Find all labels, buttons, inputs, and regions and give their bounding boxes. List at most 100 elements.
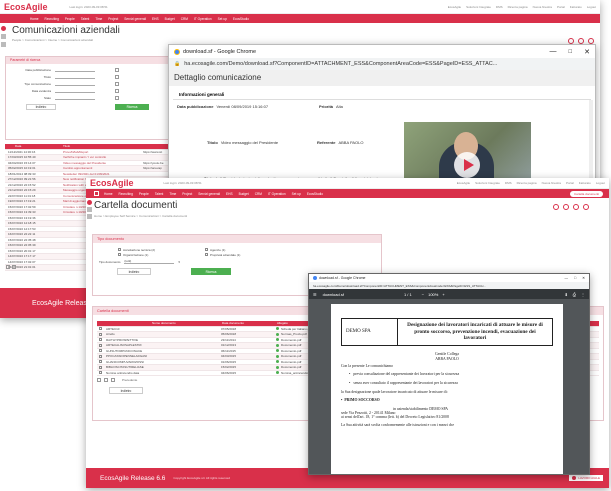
front-logo[interactable]: EcosAgile	[90, 178, 134, 188]
checkbox[interactable]	[205, 253, 209, 256]
nav-item[interactable]: EcosStudio	[233, 17, 249, 21]
people-icon[interactable]	[1, 26, 6, 31]
nav-item[interactable]: Time	[169, 192, 176, 196]
row-checkbox[interactable]	[99, 371, 102, 375]
nav-item[interactable]: Home	[30, 17, 39, 21]
back-logo[interactable]: EcosAgile	[4, 2, 48, 12]
filter-input[interactable]	[55, 68, 95, 72]
front-top-link[interactable]: Nuova finestra	[542, 181, 561, 185]
nav-item[interactable]: CRM	[181, 17, 188, 21]
zoom-in-icon[interactable]: +	[442, 292, 444, 297]
nav-item[interactable]: Project	[108, 17, 118, 21]
nav-item[interactable]: Set up	[218, 17, 227, 21]
back-top-link[interactable]: Portal	[557, 5, 565, 9]
checkbox-row[interactable]: Accettazione tecnica (2)	[118, 247, 155, 252]
file-icon[interactable]	[276, 343, 279, 347]
nav-item[interactable]: EHS	[226, 192, 233, 196]
back-col-data[interactable]: Data	[5, 144, 63, 148]
file-icon[interactable]	[276, 338, 279, 342]
calendar-icon[interactable]	[115, 67, 119, 72]
pdf-url[interactable]: ha.ecosagile.com/Demo/download.sf?Compon…	[313, 284, 486, 288]
pdf-page-info[interactable]: 1 / 1	[404, 292, 412, 297]
nav-item[interactable]: Home	[104, 192, 113, 196]
nav-item[interactable]: EHS	[152, 17, 159, 21]
nav-item[interactable]: Recruiting	[119, 192, 133, 196]
front-list-back-button[interactable]: Indietro	[109, 387, 143, 394]
pdf-icon[interactable]	[111, 378, 115, 382]
menu-icon[interactable]	[87, 207, 92, 212]
play-icon[interactable]	[454, 152, 480, 178]
maximize-icon[interactable]: □	[569, 49, 573, 55]
row-checkbox[interactable]	[99, 354, 102, 358]
star-icon[interactable]	[1, 42, 6, 47]
front-top-link[interactable]: Soluzioni Integrate	[475, 181, 500, 185]
maximize-icon[interactable]: □	[574, 276, 576, 280]
filter-input[interactable]	[55, 96, 95, 100]
menu-icon[interactable]	[1, 34, 6, 39]
front-top-link[interactable]: Portal	[566, 181, 574, 185]
back-top-link[interactable]: EcosAgile	[448, 5, 461, 9]
file-icon[interactable]	[276, 354, 279, 358]
nav-item[interactable]: Time	[95, 17, 102, 21]
refresh-icon[interactable]	[553, 204, 559, 210]
filter-input[interactable]	[55, 75, 95, 79]
minimize-icon[interactable]: —	[564, 276, 568, 280]
back-col-titolo[interactable]: Titolo	[63, 144, 143, 148]
file-icon[interactable]	[276, 332, 279, 336]
front-breadcrumb[interactable]: Home > Employee Self Service > Comunicaz…	[94, 214, 187, 218]
calendar-icon[interactable]	[115, 88, 119, 93]
lavoro-agile-badge[interactable]: LAVORO AGILE	[569, 475, 603, 481]
nav-item[interactable]: Budget	[239, 192, 249, 196]
zoom-out-icon[interactable]: −	[422, 292, 424, 297]
file-icon[interactable]	[276, 365, 279, 369]
checkbox[interactable]	[118, 253, 121, 256]
checkbox[interactable]	[205, 248, 209, 251]
back-back-button[interactable]: Indietro	[26, 104, 56, 110]
nav-item[interactable]: IT Operation	[194, 17, 212, 21]
close-icon[interactable]: ✕	[584, 48, 590, 56]
chevron-down-icon[interactable]: ▾	[178, 260, 180, 264]
checkbox-row[interactable]: Organizzazione (1)	[118, 252, 155, 257]
file-icon[interactable]	[276, 371, 279, 375]
nav-item[interactable]: People	[65, 17, 75, 21]
filter-input[interactable]	[55, 82, 95, 86]
nav-item[interactable]: IT Operation	[268, 192, 286, 196]
checkbox-row[interactable]: Proprietà aziendale (1)	[205, 252, 240, 257]
front-search-box[interactable]: Cartella documenti	[569, 190, 603, 197]
front-top-link[interactable]: Fatturato	[579, 181, 591, 185]
close-icon[interactable]: ✕	[582, 276, 585, 280]
pager-text[interactable]: Precedente	[122, 378, 137, 382]
front-col-nome[interactable]: Nome documento	[107, 321, 222, 325]
calendar-icon[interactable]	[115, 74, 119, 79]
nav-item[interactable]: EcosStudio	[307, 192, 323, 196]
print-icon[interactable]	[12, 265, 16, 269]
export-icon[interactable]	[97, 378, 101, 382]
back-search-button[interactable]: Ricerca	[115, 104, 149, 110]
nav-item[interactable]: People	[139, 192, 149, 196]
people-icon[interactable]	[87, 200, 92, 205]
back-top-link[interactable]: Ricerca pagina	[508, 5, 528, 9]
hamburger-icon[interactable]: ☰	[313, 292, 317, 297]
front-top-link[interactable]: Ricerca pagina	[517, 181, 537, 185]
calendar-icon[interactable]	[115, 81, 119, 86]
calendar-icon[interactable]	[115, 95, 119, 100]
filter-input[interactable]	[55, 89, 95, 93]
nav-item[interactable]: Servizi generali	[124, 17, 146, 21]
nav-item[interactable]: Recruiting	[45, 17, 59, 21]
pdf-zoom[interactable]: 100%	[428, 292, 438, 297]
star-icon[interactable]	[87, 214, 92, 219]
pdf-print-icon[interactable]: ⎙	[573, 292, 576, 297]
nav-item[interactable]: Talent	[155, 192, 164, 196]
back-top-link[interactable]: Nuova finestra	[533, 5, 552, 9]
row-checkbox[interactable]	[99, 365, 102, 369]
nav-item[interactable]: CRM	[255, 192, 262, 196]
file-icon[interactable]	[276, 360, 279, 364]
download-icon[interactable]: ⬇	[564, 292, 567, 297]
nav-item[interactable]: Set up	[292, 192, 301, 196]
front-top-link[interactable]: DMS	[505, 181, 512, 185]
front-top-link[interactable]: EcosAgile	[457, 181, 470, 185]
row-checkbox[interactable]	[99, 338, 102, 342]
nav-item[interactable]: Servizi generali	[198, 192, 220, 196]
favorite-icon[interactable]	[573, 204, 579, 210]
nav-item[interactable]: Talent	[81, 17, 90, 21]
